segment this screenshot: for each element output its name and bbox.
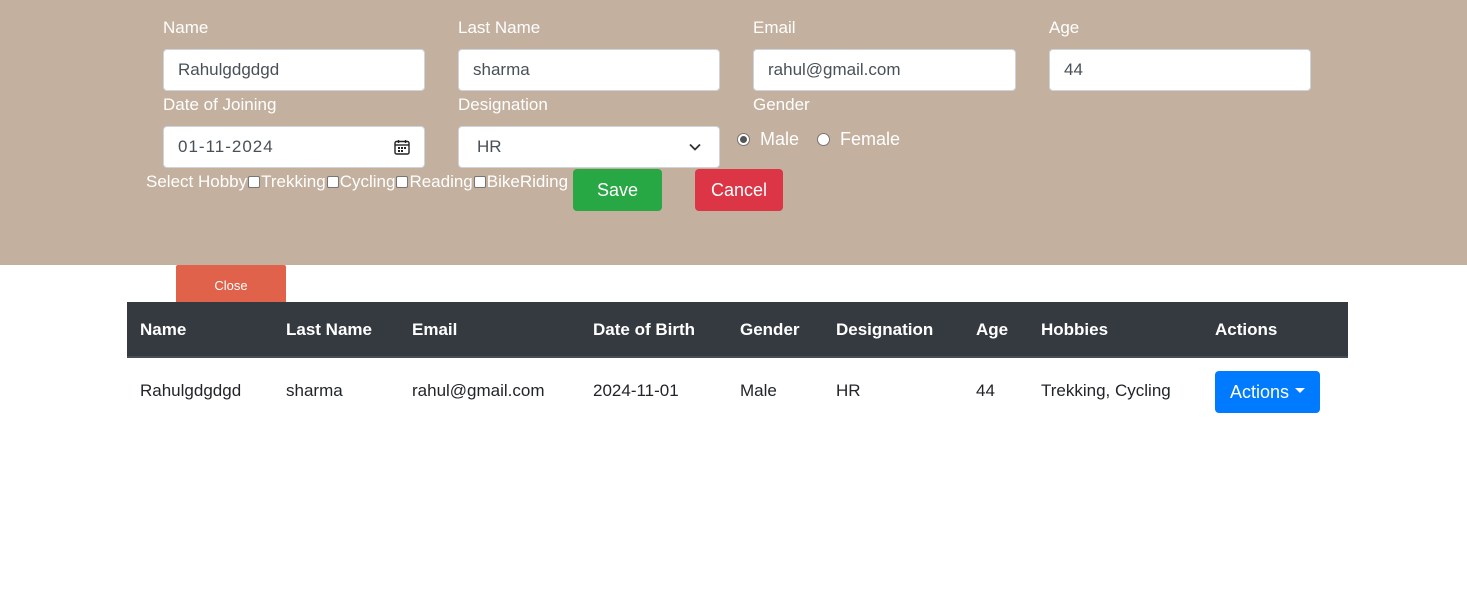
column-header-gender: Gender [740,320,800,339]
column-header-designation: Designation [836,320,934,339]
age-input[interactable] [1049,49,1311,91]
hobby-selector: Select Hobby Trekking Cycling Reading Bi… [146,172,568,192]
table-header: Name Last Name Email Date of Birth Gende… [127,302,1348,358]
cell-date-of-birth: 2024-11-01 [593,381,679,400]
cell-email: rahul@gmail.com [412,381,545,400]
close-button[interactable]: Close [176,265,286,305]
cancel-button[interactable]: Cancel [695,169,783,211]
table-row: Rahulgdgdgd sharma rahul@gmail.com 2024-… [127,358,1348,418]
last-name-label: Last Name [458,18,541,37]
name-label: Name [163,18,209,37]
cell-name: Rahulgdgdgd [140,381,242,400]
gender-label: Gender [753,95,810,114]
column-header-name: Name [140,320,187,339]
email-label: Email [753,18,796,37]
gender-radio-group: Male Female [737,129,900,150]
actions-dropdown-button[interactable]: Actions [1215,371,1320,413]
employee-table: Name Last Name Email Date of Birth Gende… [127,302,1348,418]
cell-last-name: sharma [286,381,343,400]
column-header-date-of-birth: Date of Birth [593,320,695,339]
hobby-bikeriding-checkbox[interactable] [473,176,486,188]
hobby-label: Select Hobby [146,172,248,191]
gender-male-label: Male [760,129,800,149]
hobby-reading-checkbox[interactable] [396,176,409,188]
hobby-reading-label: Reading [409,172,473,191]
cell-age: 44 [976,381,995,400]
column-header-last-name: Last Name [286,320,372,339]
save-button[interactable]: Save [573,169,662,211]
date-of-joining-input[interactable] [178,137,358,157]
column-header-actions: Actions [1215,320,1278,339]
email-input[interactable] [753,49,1016,91]
hobby-trekking-checkbox[interactable] [248,176,261,188]
cell-designation: HR [836,381,861,400]
date-of-joining-field[interactable] [163,126,425,168]
hobby-cycling-label: Cycling [339,172,396,191]
caret-down-icon [1295,387,1306,393]
calendar-icon[interactable] [394,139,410,155]
chevron-down-icon [689,143,701,151]
gender-female-radio[interactable] [817,133,831,146]
hobby-cycling-checkbox[interactable] [326,176,339,188]
last-name-input[interactable] [458,49,720,91]
designation-selected-value: HR [477,137,502,156]
column-header-hobbies: Hobbies [1041,320,1109,339]
designation-select[interactable]: HR [458,126,720,168]
gender-male-radio[interactable] [737,133,750,146]
gender-female-label: Female [840,129,901,149]
name-input[interactable] [163,49,425,91]
cell-gender: Male [740,381,777,400]
actions-button-label: Actions [1229,381,1290,402]
cell-hobbies: Trekking, Cycling [1041,381,1171,400]
age-label: Age [1049,18,1080,37]
designation-label: Designation [458,95,548,114]
date-of-joining-label: Date of Joining [163,95,277,114]
hobby-trekking-label: Trekking [261,172,326,191]
column-header-email: Email [412,320,458,339]
hobby-bikeriding-label: BikeRiding [486,172,569,191]
column-header-age: Age [976,320,1009,339]
employee-form-panel: Name Last Name Email Age Date of Joining… [0,0,1467,265]
